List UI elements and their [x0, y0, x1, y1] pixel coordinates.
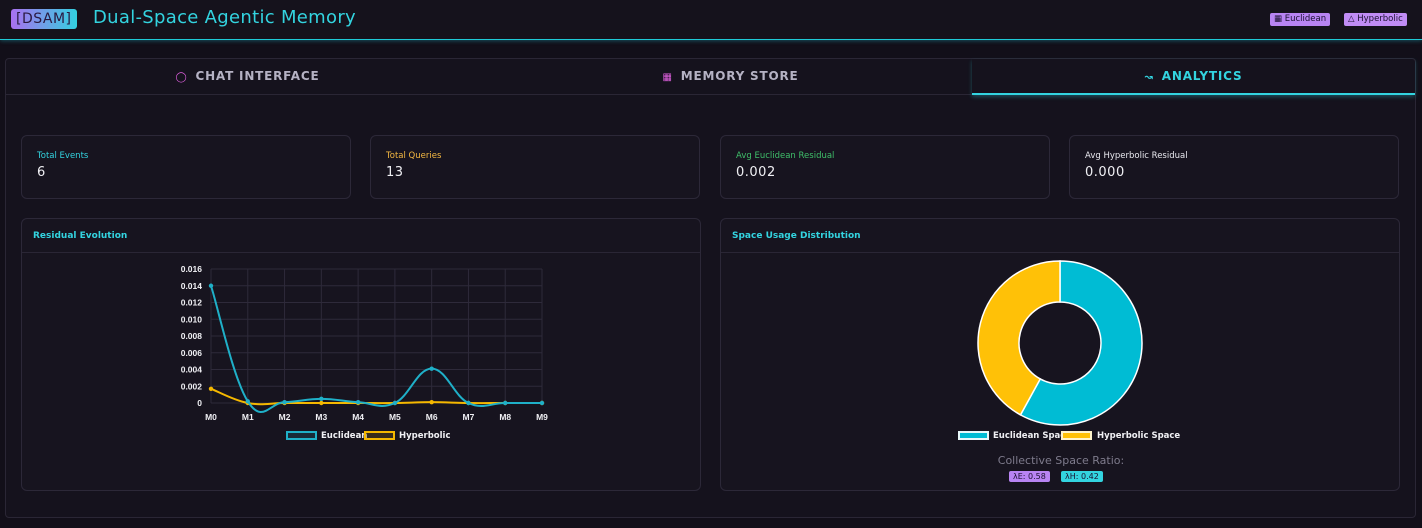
series-line-hyperbolic — [210, 387, 542, 406]
x-tick-label: M8 — [499, 412, 511, 422]
legend-swatch-euclidean — [286, 431, 317, 440]
data-point-euclidean — [319, 396, 324, 402]
data-point-hyperbolic — [319, 400, 324, 406]
residual-line-chart: 0 0.002 0.004 0.006 0.008 0.010 0.012 0.014 0.01… — [181, 264, 548, 422]
collective-space-ratio-label: Collective Space Ratio: — [997, 454, 1125, 467]
stat-label: Total Events — [37, 151, 89, 161]
stat-value: 6 — [37, 165, 46, 180]
chat-icon: ◯ — [175, 72, 188, 83]
legend-label-hyperbolic: Hyperbolic — [399, 431, 451, 441]
y-tick-label: 0 — [197, 398, 202, 408]
legend-label-euclidean: Euclidean — [321, 431, 368, 441]
tab-label: MEMORY STORE — [680, 69, 799, 83]
main-panel: ◯ CHAT INTERFACE ▦ MEMORY STORE ↝ ANALYTICS… — [5, 58, 1416, 518]
data-point-euclidean — [539, 400, 545, 406]
euclidean-tag-label: Euclidean — [1284, 14, 1327, 24]
hyperbolic-tag: △ Hyperbolic — [1344, 13, 1407, 26]
x-tick-label: M5 — [389, 412, 401, 422]
hierarchy-icon: △ — [1348, 14, 1355, 24]
legend-swatch-hyperbolic — [364, 431, 395, 440]
x-tick-label: M9 — [536, 412, 548, 422]
x-tick-label: M7 — [463, 412, 475, 422]
tab-bar: ◯ CHAT INTERFACE ▦ MEMORY STORE ↝ ANALYTICS — [6, 59, 1415, 95]
data-point-euclidean — [466, 400, 471, 406]
stat-avg-euclidean-residual: Avg Euclidean Residual 0.002 — [720, 135, 1050, 199]
stat-value: 13 — [386, 165, 404, 180]
y-tick-label: 0.006 — [181, 348, 203, 358]
y-tick-label: 0.008 — [181, 331, 203, 341]
y-tick-label: 0.012 — [181, 298, 203, 308]
grid-icon: ▦ — [1274, 14, 1283, 24]
stat-label: Avg Euclidean Residual — [736, 151, 835, 161]
line-chart-icon: ↝ — [1144, 72, 1154, 83]
residual-evolution-card: Residual Evolution 0 0.002 0.004 0.006 0.008… — [21, 218, 701, 491]
app-title: Dual-Space Agentic Memory — [93, 7, 356, 28]
data-point-euclidean — [429, 366, 434, 371]
stat-total-events: Total Events 6 — [21, 135, 351, 199]
data-point-euclidean — [503, 400, 508, 406]
stat-value: 0.002 — [736, 165, 776, 180]
data-point-euclidean — [282, 399, 287, 405]
legend-label-euclidean-space: Euclidean Space — [993, 431, 1072, 441]
data-point-euclidean — [245, 399, 250, 404]
legend-label-hyperbolic-space: Hyperbolic Space — [1097, 431, 1181, 441]
stat-total-queries: Total Queries 13 — [370, 135, 700, 199]
table-icon: ▦ — [662, 72, 673, 83]
stat-avg-hyperbolic-residual: Avg Hyperbolic Residual 0.000 — [1069, 135, 1399, 199]
y-tick-label: 0.014 — [181, 281, 203, 291]
x-tick-label: M1 — [242, 412, 254, 422]
hyperbolic-tag-label: Hyperbolic — [1357, 14, 1403, 24]
stat-label: Total Queries — [386, 151, 442, 161]
y-tick-label: 0.002 — [181, 381, 203, 391]
x-tick-label: M6 — [426, 412, 438, 422]
x-tick-label: M0 — [205, 412, 217, 422]
legend-swatch-euclidean-space — [958, 431, 989, 440]
x-tick-label: M3 — [315, 412, 327, 422]
lambda-h-pill: λH: 0.42 — [1061, 471, 1103, 482]
data-point-hyperbolic — [208, 386, 214, 391]
brand-badge: [DSAM] — [11, 9, 77, 29]
euclidean-tag: ▦ Euclidean — [1270, 13, 1331, 26]
y-tick-label: 0.004 — [181, 365, 203, 375]
tab-memory-store[interactable]: ▦ MEMORY STORE — [489, 59, 972, 95]
x-tick-label: M4 — [352, 412, 364, 422]
data-point-euclidean — [392, 400, 398, 406]
tab-analytics[interactable]: ↝ ANALYTICS — [972, 59, 1415, 95]
tab-label: ANALYTICS — [1161, 69, 1243, 83]
x-tick-label: M2 — [279, 412, 291, 422]
series-line-euclidean — [210, 285, 542, 413]
data-point-hyperbolic — [429, 399, 434, 405]
tab-chat-interface[interactable]: ◯ CHAT INTERFACE — [6, 59, 489, 95]
data-point-euclidean — [208, 283, 214, 288]
legend-swatch-hyperbolic-space — [1061, 431, 1092, 440]
tab-label: CHAT INTERFACE — [195, 69, 320, 83]
y-tick-label: 0.010 — [181, 314, 203, 324]
stat-value: 0.000 — [1085, 165, 1125, 180]
data-point-euclidean — [355, 399, 361, 405]
y-tick-label: 0.016 — [181, 264, 203, 274]
lambda-e-pill: λE: 0.58 — [1009, 471, 1050, 482]
stat-label: Avg Hyperbolic Residual — [1085, 151, 1188, 161]
space-usage-donut-chart — [977, 260, 1143, 426]
space-usage-card: Space Usage Distribution Euclidean Space… — [720, 218, 1400, 491]
app-header: [DSAM] Dual-Space Agentic Memory ▦ Eucli… — [0, 0, 1422, 40]
